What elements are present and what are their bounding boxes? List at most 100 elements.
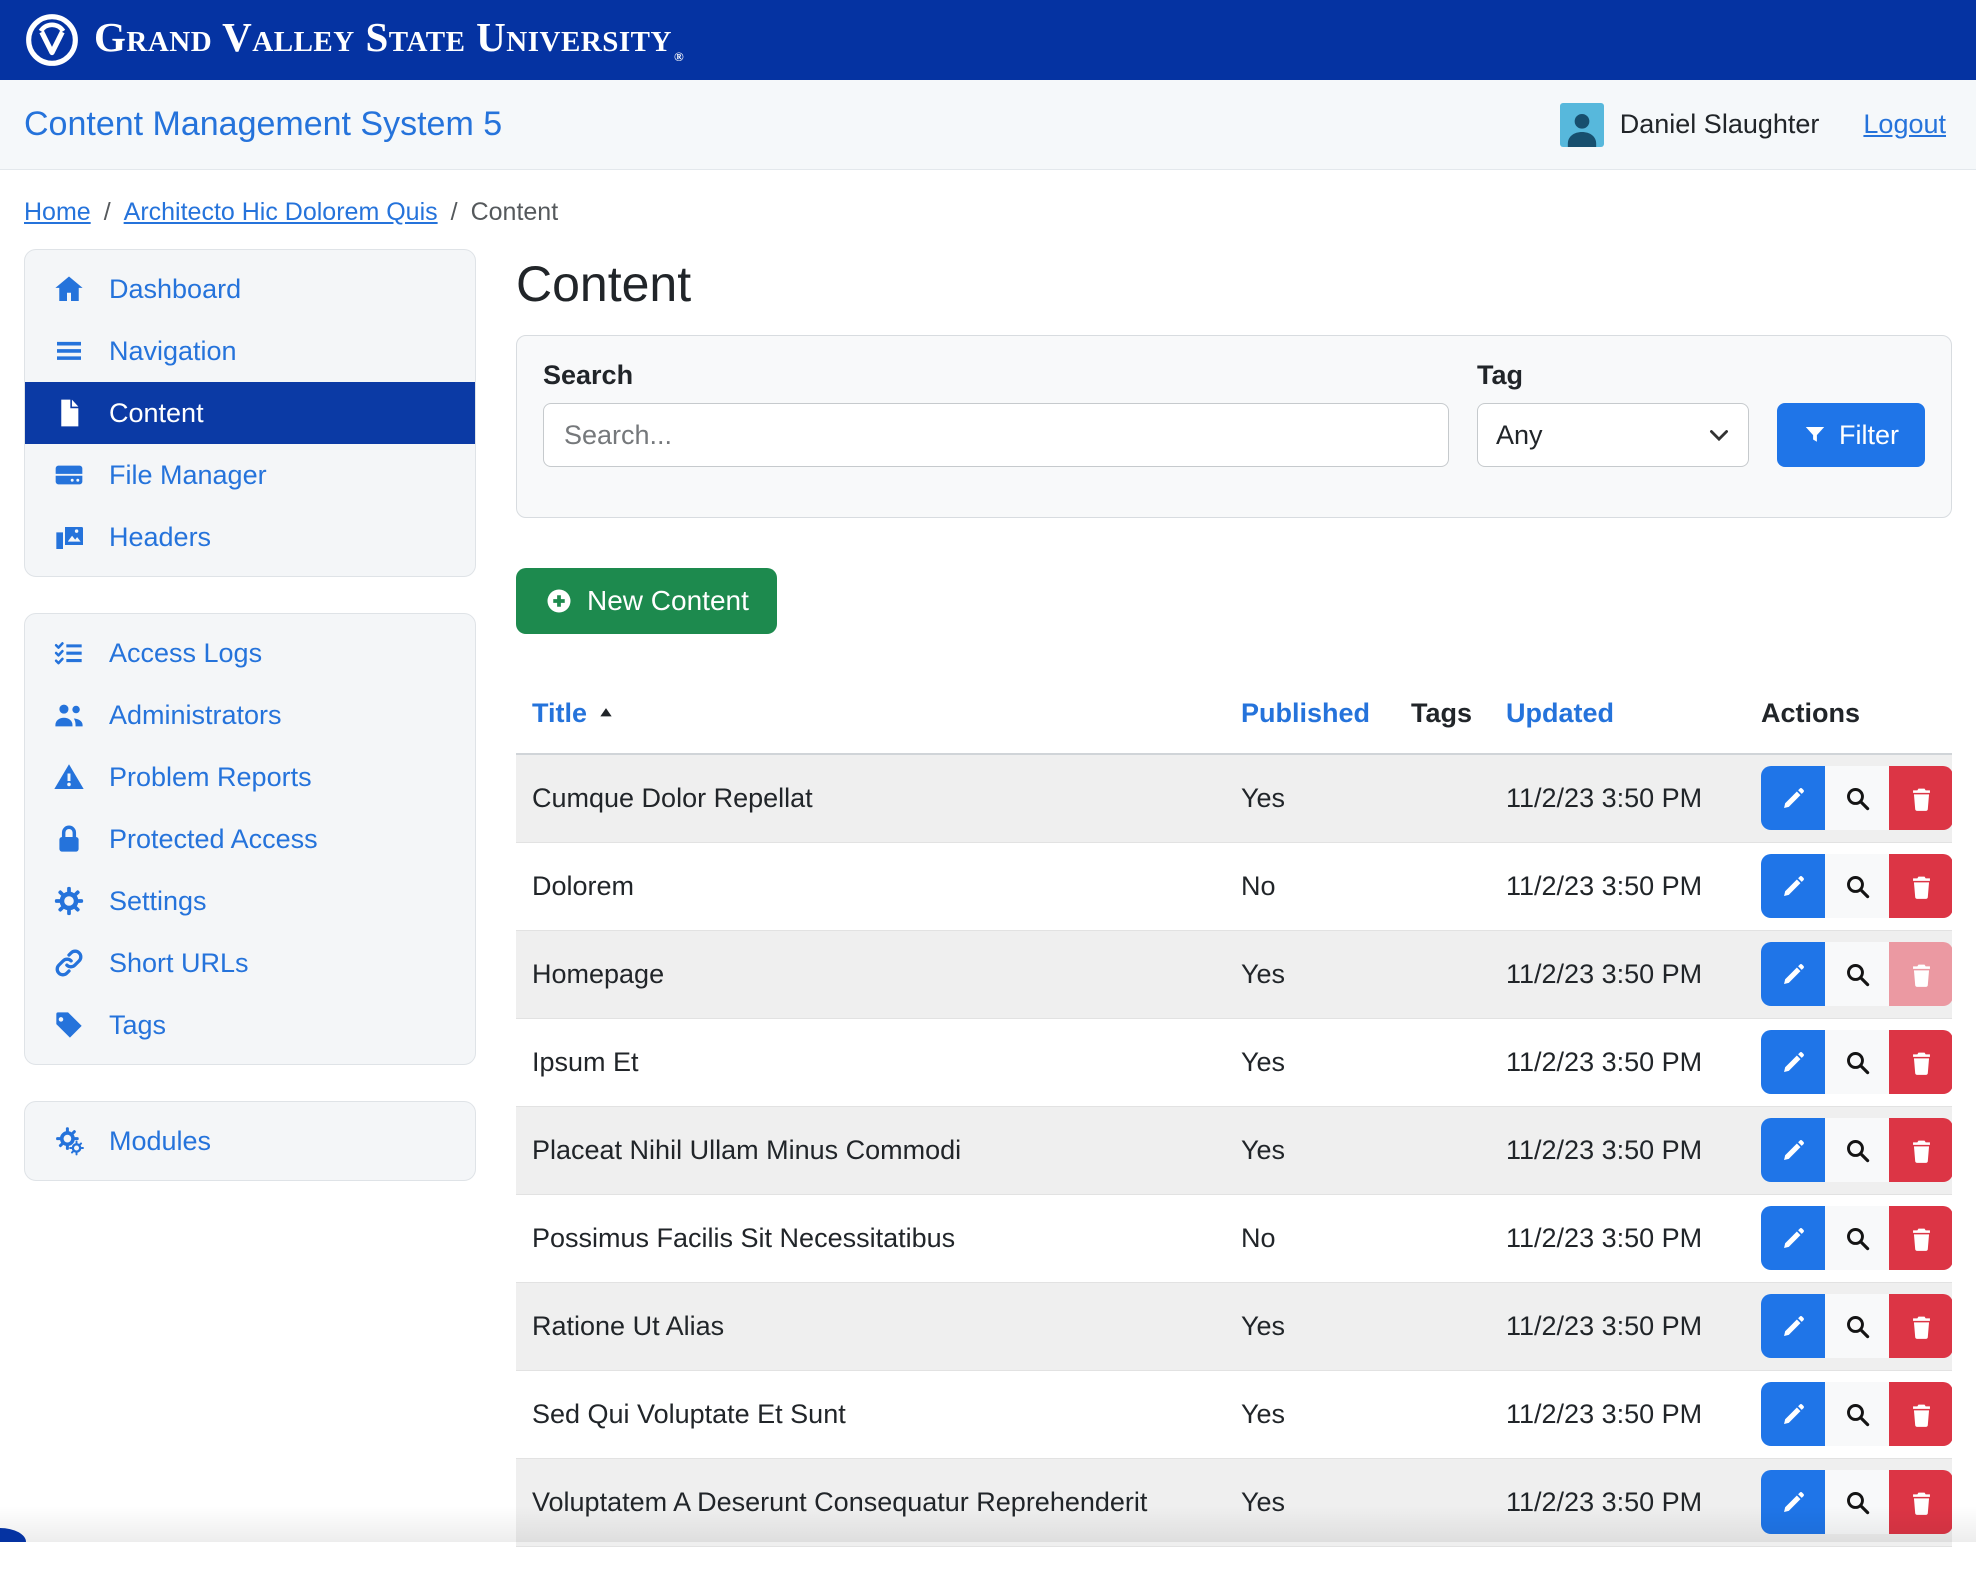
sidebar-item-settings[interactable]: Settings <box>25 870 475 932</box>
delete-button[interactable] <box>1889 854 1952 918</box>
edit-button[interactable] <box>1761 854 1825 918</box>
row-tags <box>1395 1194 1490 1282</box>
avatar <box>1560 103 1604 147</box>
trash-icon <box>1908 1401 1935 1428</box>
edit-button[interactable] <box>1761 1382 1825 1446</box>
sidebar-item-label: Modules <box>109 1126 211 1157</box>
sidebar-item-access-logs[interactable]: Access Logs <box>25 622 475 684</box>
delete-button[interactable] <box>1889 1030 1952 1094</box>
gvsu-logo-icon <box>24 12 80 68</box>
trash-icon <box>1908 1137 1935 1164</box>
delete-button[interactable] <box>1889 1470 1952 1534</box>
magnifier-icon <box>1844 1401 1871 1428</box>
edit-button[interactable] <box>1761 1206 1825 1270</box>
funnel-icon <box>1803 423 1827 447</box>
view-button[interactable] <box>1825 1030 1889 1094</box>
edit-button[interactable] <box>1761 1118 1825 1182</box>
lock-icon <box>53 823 85 855</box>
delete-button[interactable] <box>1889 766 1952 830</box>
sidebar-item-label: Dashboard <box>109 274 241 305</box>
tag-select[interactable]: Any <box>1477 403 1749 467</box>
row-actions <box>1761 1294 1952 1358</box>
sidebar-item-file-manager[interactable]: File Manager <box>25 444 475 506</box>
filter-button[interactable]: Filter <box>1777 403 1925 467</box>
table-row: Placeat Nihil Ullam Minus Commodi Yes 11… <box>516 1106 1952 1194</box>
row-actions-cell <box>1745 1370 1952 1458</box>
edit-button[interactable] <box>1761 766 1825 830</box>
edit-button[interactable] <box>1761 1030 1825 1094</box>
university-wordmark: Grand Valley State University® <box>94 17 684 62</box>
row-title: Possimus Facilis Sit Necessitatibus <box>516 1194 1225 1282</box>
sidebar-item-navigation[interactable]: Navigation <box>25 320 475 382</box>
row-tags <box>1395 842 1490 930</box>
sidebar-item-administrators[interactable]: Administrators <box>25 684 475 746</box>
edit-button[interactable] <box>1761 1470 1825 1534</box>
sidebar-group-3: Modules <box>24 1101 476 1181</box>
delete-button[interactable] <box>1889 1206 1952 1270</box>
edit-button[interactable] <box>1761 942 1825 1006</box>
magnifier-icon <box>1844 1049 1871 1076</box>
filter-button-label: Filter <box>1839 420 1899 451</box>
sidebar-item-label: Navigation <box>109 336 237 367</box>
person-icon <box>1562 107 1602 147</box>
row-published: Yes <box>1225 754 1395 842</box>
column-header-title[interactable]: Title <box>516 686 1225 754</box>
gear-icon <box>53 885 85 917</box>
row-actions-cell <box>1745 1194 1952 1282</box>
delete-button[interactable] <box>1889 1294 1952 1358</box>
view-button[interactable] <box>1825 854 1889 918</box>
app-title: Content Management System 5 <box>24 105 502 144</box>
new-content-button[interactable]: New Content <box>516 568 777 634</box>
tag-select-wrap: Any <box>1477 403 1749 467</box>
row-title: Homepage <box>516 930 1225 1018</box>
gears-icon <box>53 1125 85 1157</box>
column-label: Published <box>1241 698 1370 728</box>
table-header-row: Title Published Tags Updated Actions <box>516 686 1952 754</box>
logout-link[interactable]: Logout <box>1863 109 1946 140</box>
row-updated: 11/2/23 3:50 PM <box>1490 1018 1745 1106</box>
sidebar-item-dashboard[interactable]: Dashboard <box>25 258 475 320</box>
column-header-updated[interactable]: Updated <box>1490 686 1745 754</box>
table-row: Ipsum Et Yes 11/2/23 3:50 PM <box>516 1018 1952 1106</box>
sidebar-item-headers[interactable]: Headers <box>25 506 475 568</box>
view-button[interactable] <box>1825 1382 1889 1446</box>
sidebar-item-label: Content <box>109 398 204 429</box>
sidebar-item-short-urls[interactable]: Short URLs <box>25 932 475 994</box>
sidebar-group-2: Access Logs Administrators Problem Repor… <box>24 613 476 1065</box>
list-check-icon <box>53 637 85 669</box>
sidebar-item-content[interactable]: Content <box>25 382 475 444</box>
column-label: Actions <box>1761 698 1860 728</box>
delete-button[interactable] <box>1889 1382 1952 1446</box>
view-button[interactable] <box>1825 766 1889 830</box>
view-button[interactable] <box>1825 1118 1889 1182</box>
view-button[interactable] <box>1825 1206 1889 1270</box>
content-table: Title Published Tags Updated Actions Cum… <box>516 686 1952 1547</box>
sidebar-item-protected-access[interactable]: Protected Access <box>25 808 475 870</box>
row-published: Yes <box>1225 1458 1395 1546</box>
tag-label: Tag <box>1477 360 1749 391</box>
sidebar-item-tags[interactable]: Tags <box>25 994 475 1056</box>
table-row: Voluptatem A Deserunt Consequatur Repreh… <box>516 1458 1952 1546</box>
sidebar-item-problem-reports[interactable]: Problem Reports <box>25 746 475 808</box>
sidebar-item-modules[interactable]: Modules <box>25 1110 475 1172</box>
view-button[interactable] <box>1825 942 1889 1006</box>
main-content: Content Search Tag Any Filter <box>516 249 1952 1577</box>
column-header-actions: Actions <box>1745 686 1952 754</box>
view-button[interactable] <box>1825 1294 1889 1358</box>
home-icon <box>53 273 85 305</box>
search-input[interactable] <box>543 403 1449 467</box>
column-header-published[interactable]: Published <box>1225 686 1395 754</box>
trash-icon <box>1908 873 1935 900</box>
university-banner: Grand Valley State University® <box>0 0 1976 80</box>
delete-button[interactable] <box>1889 1118 1952 1182</box>
search-field-group: Search <box>543 360 1449 467</box>
edit-button[interactable] <box>1761 1294 1825 1358</box>
magnifier-icon <box>1844 1313 1871 1340</box>
row-title: Placeat Nihil Ullam Minus Commodi <box>516 1106 1225 1194</box>
view-button[interactable] <box>1825 1470 1889 1534</box>
magnifier-icon <box>1844 1489 1871 1516</box>
row-tags <box>1395 1370 1490 1458</box>
breadcrumb-section-link[interactable]: Architecto Hic Dolorem Quis <box>124 198 438 227</box>
breadcrumb-home-link[interactable]: Home <box>24 198 91 227</box>
row-actions-cell <box>1745 930 1952 1018</box>
